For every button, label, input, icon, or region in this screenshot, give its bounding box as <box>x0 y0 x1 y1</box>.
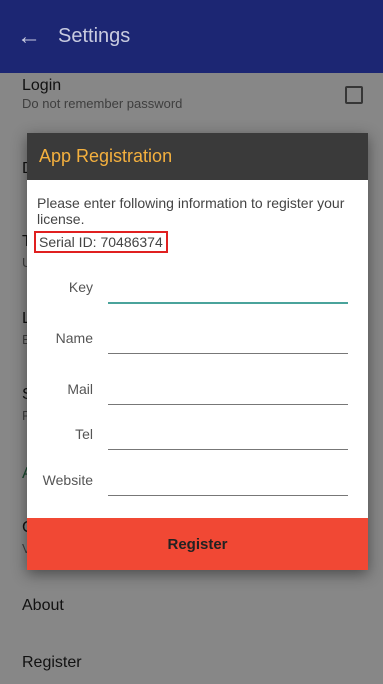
mail-input[interactable] <box>108 404 348 405</box>
key-label: Key <box>68 279 93 295</box>
tel-label: Tel <box>75 426 93 442</box>
app-bar-title: Settings <box>58 25 131 47</box>
app-bar: ← Settings <box>0 0 383 73</box>
website-field: Website <box>27 464 368 504</box>
dialog-header: App Registration <box>27 133 368 180</box>
mail-field: Mail <box>27 373 368 413</box>
dialog-message: Please enter following information to re… <box>37 195 345 227</box>
tel-input[interactable] <box>108 449 348 450</box>
website-label: Website <box>42 472 93 488</box>
serial-id-label: Serial ID: 70486374 <box>34 231 168 253</box>
register-button[interactable]: Register <box>27 518 368 570</box>
registration-dialog: App Registration Please enter following … <box>27 133 368 570</box>
website-input[interactable] <box>108 495 348 496</box>
mail-label: Mail <box>67 381 93 397</box>
name-label: Name <box>55 330 93 346</box>
tel-field: Tel <box>27 418 368 458</box>
dialog-title: App Registration <box>39 146 173 166</box>
name-field: Name <box>27 322 368 362</box>
arrow-left-icon[interactable]: ← <box>0 24 58 49</box>
key-field: Key <box>27 271 368 311</box>
key-input[interactable] <box>108 302 348 304</box>
name-input[interactable] <box>108 353 348 354</box>
